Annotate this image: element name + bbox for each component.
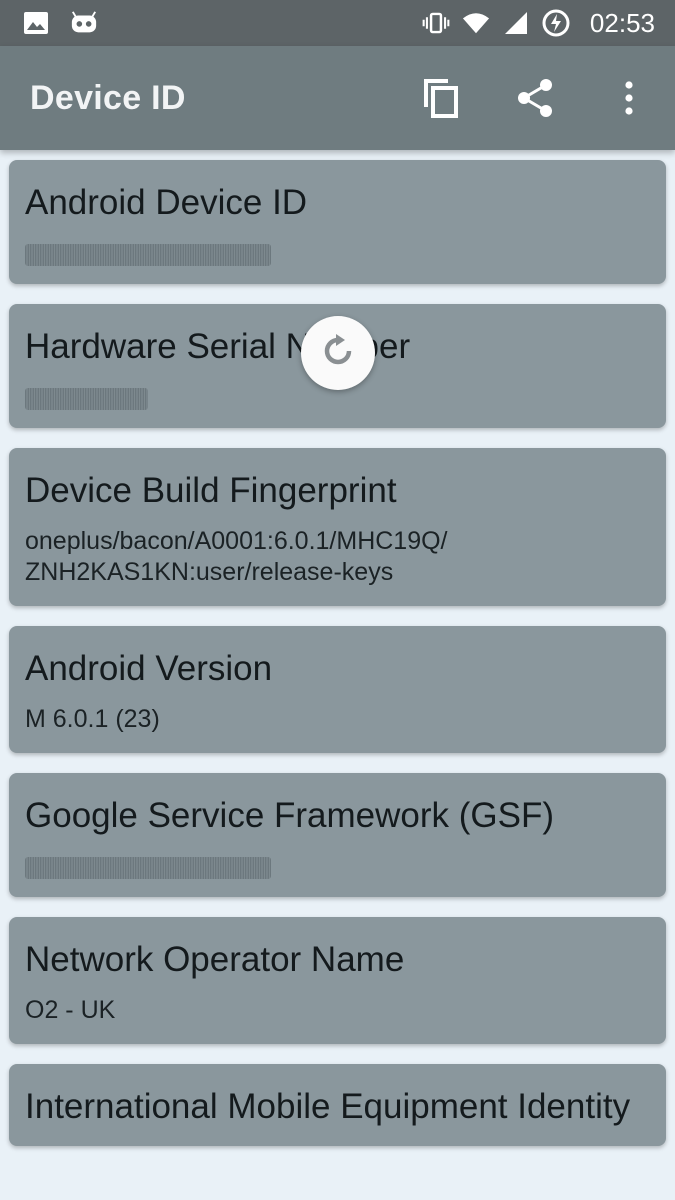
card-title: International Mobile Equipment Identity — [25, 1087, 631, 1126]
card-value: M 6.0.1 (23) — [25, 705, 160, 733]
card-title: Android Version — [25, 649, 273, 688]
redacted-value — [25, 857, 271, 879]
vibrate-icon — [422, 9, 450, 37]
card-title: Android Device ID — [25, 183, 308, 222]
card-imei[interactable]: International Mobile Equipment Identity — [9, 1064, 666, 1146]
card-value: oneplus/bacon/A0001:6.0.1/MHC19Q/ ZNH2KA… — [25, 527, 448, 586]
cell-signal-icon — [502, 9, 530, 37]
refresh-indicator — [301, 316, 375, 390]
status-time: 02:53 — [589, 7, 655, 38]
wifi-icon — [462, 9, 490, 37]
card-device-build-fingerprint[interactable]: Device Build Fingerprint oneplus/bacon/A… — [9, 448, 666, 606]
page-title: Device ID — [30, 78, 186, 117]
card-title: Google Service Framework (GSF) — [25, 796, 555, 835]
card-value: O2 - UK — [25, 996, 116, 1024]
android-robot-icon — [70, 9, 98, 37]
share-icon[interactable] — [513, 76, 557, 120]
status-bar: 02:53 — [0, 0, 675, 46]
image-icon — [22, 9, 50, 37]
card-title: Device Build Fingerprint — [25, 471, 397, 510]
card-network-operator-name[interactable]: Network Operator Name O2 - UK — [9, 917, 666, 1044]
more-vert-icon[interactable] — [607, 76, 651, 120]
redacted-value — [25, 244, 271, 266]
card-title: Network Operator Name — [25, 940, 405, 979]
card-android-version[interactable]: Android Version M 6.0.1 (23) — [9, 626, 666, 753]
app-bar: Device ID — [0, 46, 675, 150]
device-info-list[interactable]: Android Device ID Hardware Serial Number… — [0, 150, 675, 1200]
copy-icon[interactable] — [419, 76, 463, 120]
card-gsf[interactable]: Google Service Framework (GSF) — [9, 773, 666, 897]
card-android-device-id[interactable]: Android Device ID — [9, 160, 666, 284]
redacted-value — [25, 388, 148, 410]
refresh-icon — [319, 332, 357, 375]
battery-charging-icon — [542, 9, 570, 37]
